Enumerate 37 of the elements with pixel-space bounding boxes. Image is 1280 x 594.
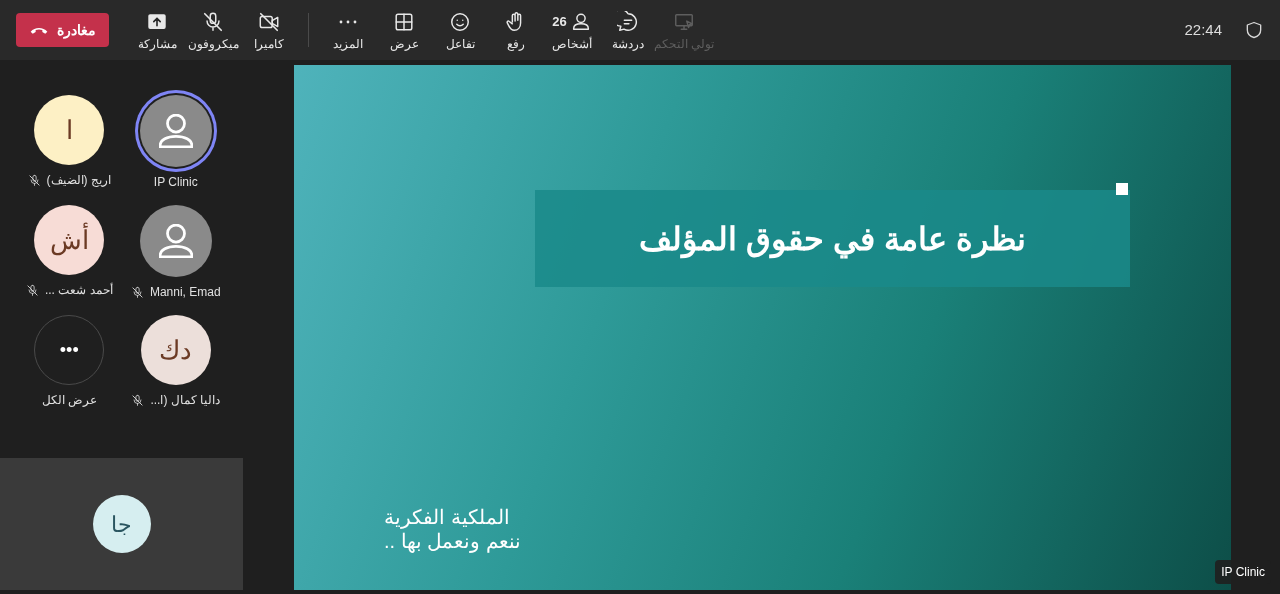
view-button[interactable]: عرض [376, 4, 432, 56]
share-button[interactable]: مشاركة [129, 4, 185, 56]
participant-name: اريج (الضيف) [46, 172, 111, 189]
participant-count: 26 [552, 13, 567, 32]
view-all-button[interactable]: ••• [34, 315, 105, 385]
more-icon [338, 19, 358, 25]
grid-icon [393, 11, 415, 33]
phone-icon [29, 25, 49, 35]
slide-text: ننعم ونعمل بها .. [384, 529, 521, 553]
leave-button[interactable]: مغادرة [16, 13, 109, 47]
more-button[interactable]: المزيد [320, 4, 376, 56]
screen-pointer-icon [673, 11, 695, 33]
slide-title: نظرة عامة في حقوق المؤلف [639, 219, 1026, 261]
shield-icon [1244, 20, 1264, 40]
participant-name: IP Clinic [153, 174, 198, 191]
chat-button[interactable]: دردشة [600, 4, 656, 56]
camera-button[interactable]: كاميرا [241, 4, 297, 56]
square-marker [1116, 183, 1128, 195]
participant-name: عرض الكل [41, 392, 97, 409]
person-silhouette-icon [158, 114, 193, 148]
initials-avatar: دك [140, 315, 211, 385]
slide-text: الملكية الفكرية [384, 505, 510, 529]
crossed-camera-icon [258, 11, 280, 33]
initials-avatar: جا [92, 495, 151, 553]
participant-name: Manni, Emad [149, 284, 221, 301]
initials-avatar: أش [34, 205, 105, 275]
crossed-microphone-icon [202, 11, 224, 33]
participant-name: داليا كمال (ا... [150, 392, 221, 409]
smiley-icon [449, 11, 471, 33]
mic-button[interactable]: ميكروفون [185, 4, 241, 56]
person-silhouette-icon [158, 224, 193, 258]
hand-button[interactable]: رفع [488, 4, 544, 56]
clock-time: 22:44 [1184, 19, 1222, 40]
participant-name: أحمد شعت ... [44, 282, 113, 299]
react-button[interactable]: تفاعل [432, 4, 488, 56]
chat-bubble-icon [617, 11, 639, 33]
initials-avatar: ا [34, 95, 105, 165]
